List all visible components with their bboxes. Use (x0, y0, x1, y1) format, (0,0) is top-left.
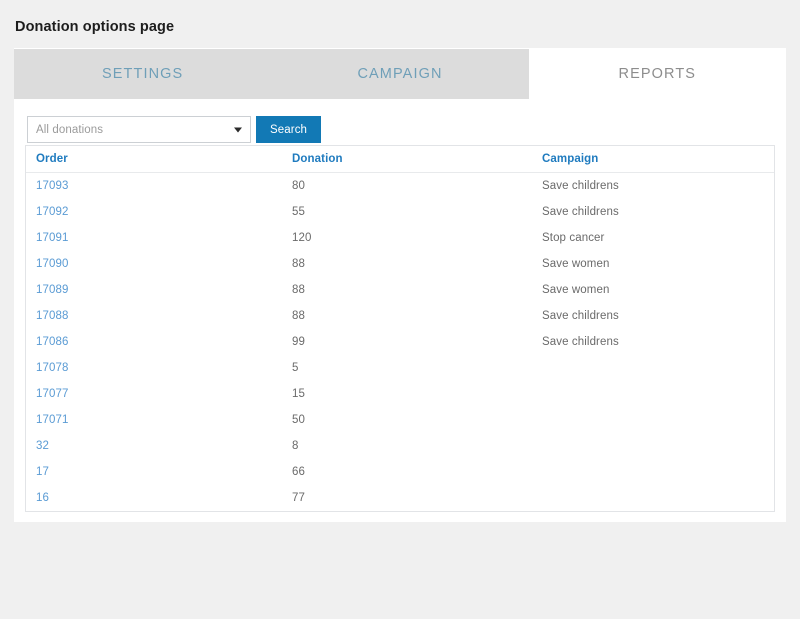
cell-campaign (532, 459, 774, 485)
cell-campaign (532, 381, 774, 407)
order-link[interactable]: 17 (36, 466, 49, 478)
order-link[interactable]: 17088 (36, 310, 68, 322)
cell-order: 17078 (26, 355, 282, 381)
cell-order: 17090 (26, 251, 282, 277)
cell-order: 17077 (26, 381, 282, 407)
table-body: 17093 80 Save childrens 17092 55 Save childre… (26, 173, 774, 512)
donation-filter-value: All donations (36, 123, 104, 136)
tab-campaign-label: CAMPAIGN (357, 66, 443, 82)
cell-donation: 66 (292, 466, 305, 478)
order-link[interactable]: 17090 (36, 258, 68, 270)
reports-table: Order Donation Campaign 17093 80 Save chil… (26, 146, 774, 512)
cell-campaign: Save childrens (542, 336, 619, 348)
donation-options-card: SETTINGS CAMPAIGN REPORTS All donations … (14, 48, 786, 522)
cell-donation: 88 (292, 258, 305, 270)
order-link[interactable]: 17071 (36, 414, 68, 426)
cell-donation: 88 (292, 284, 305, 296)
order-link[interactable]: 17089 (36, 284, 68, 296)
cell-order: 17071 (26, 407, 282, 433)
cell-order: 17091 (26, 225, 282, 251)
cell-donation: 99 (292, 336, 305, 348)
cell-campaign: Save childrens (542, 206, 619, 218)
table-row: 17089 88 Save women (26, 277, 774, 303)
order-link[interactable]: 17078 (36, 362, 68, 374)
cell-campaign (532, 407, 774, 433)
table-row: 17091 120 Stop cancer (26, 225, 774, 251)
cell-donation: 8 (292, 440, 299, 452)
report-toolbar: All donations Search (27, 116, 322, 143)
order-link[interactable]: 17092 (36, 206, 68, 218)
column-header-donation[interactable]: Donation (282, 146, 532, 173)
tab-bar: SETTINGS CAMPAIGN REPORTS (14, 49, 786, 99)
cell-order: 17 (26, 459, 282, 485)
order-link[interactable]: 17086 (36, 336, 68, 348)
cell-campaign (532, 355, 774, 381)
order-link[interactable]: 17093 (36, 180, 68, 192)
cell-campaign (532, 433, 774, 459)
search-button[interactable]: Search (256, 116, 322, 143)
table-row: 32 8 (26, 433, 774, 459)
cell-order: 17089 (26, 277, 282, 303)
cell-campaign (532, 485, 774, 511)
cell-donation: 50 (292, 414, 305, 426)
cell-donation: 15 (292, 388, 305, 400)
cell-order: 17088 (26, 303, 282, 329)
order-link[interactable]: 16 (36, 492, 49, 504)
tab-settings[interactable]: SETTINGS (14, 49, 272, 99)
table-row: 17092 55 Save childrens (26, 199, 774, 225)
cell-donation: 77 (292, 492, 305, 504)
table-row: 17093 80 Save childrens (26, 173, 774, 200)
table-row: 17086 99 Save childrens (26, 329, 774, 355)
tab-reports-label: REPORTS (618, 66, 697, 82)
cell-campaign: Save childrens (542, 310, 619, 322)
table-row: 17077 15 (26, 381, 774, 407)
cell-donation: 80 (292, 180, 305, 192)
table-row: 17071 50 (26, 407, 774, 433)
reports-table-container: Order Donation Campaign 17093 80 Save chil… (25, 145, 775, 512)
cell-campaign: Save women (542, 258, 610, 270)
cell-campaign: Save childrens (542, 180, 619, 192)
cell-campaign: Stop cancer (542, 232, 605, 244)
table-row: 17 66 (26, 459, 774, 485)
cell-order: 17092 (26, 199, 282, 225)
cell-donation: 88 (292, 310, 305, 322)
table-row: 17088 88 Save childrens (26, 303, 774, 329)
order-link[interactable]: 17077 (36, 388, 68, 400)
donation-filter-select[interactable]: All donations (27, 116, 251, 143)
cell-donation: 5 (292, 362, 299, 374)
table-row: 16 77 (26, 485, 774, 511)
page-title: Donation options page (15, 19, 175, 35)
table-header: Order Donation Campaign (26, 146, 774, 173)
cell-order: 17093 (26, 173, 282, 200)
tab-campaign[interactable]: CAMPAIGN (271, 49, 529, 99)
table-row: 17078 5 (26, 355, 774, 381)
chevron-down-icon (234, 127, 242, 132)
table-row: 17090 88 Save women (26, 251, 774, 277)
cell-campaign: Save women (542, 284, 610, 296)
cell-order: 16 (26, 485, 282, 511)
table-header-row: Order Donation Campaign (26, 146, 774, 173)
tab-reports[interactable]: REPORTS (528, 49, 786, 99)
cell-donation: 55 (292, 206, 305, 218)
cell-donation: 120 (292, 232, 312, 244)
cell-order: 17086 (26, 329, 282, 355)
order-link[interactable]: 17091 (36, 232, 68, 244)
order-link[interactable]: 32 (36, 440, 49, 452)
column-header-campaign[interactable]: Campaign (532, 146, 774, 173)
cell-order: 32 (26, 433, 282, 459)
column-header-order[interactable]: Order (26, 146, 282, 173)
tab-settings-label: SETTINGS (102, 66, 184, 82)
